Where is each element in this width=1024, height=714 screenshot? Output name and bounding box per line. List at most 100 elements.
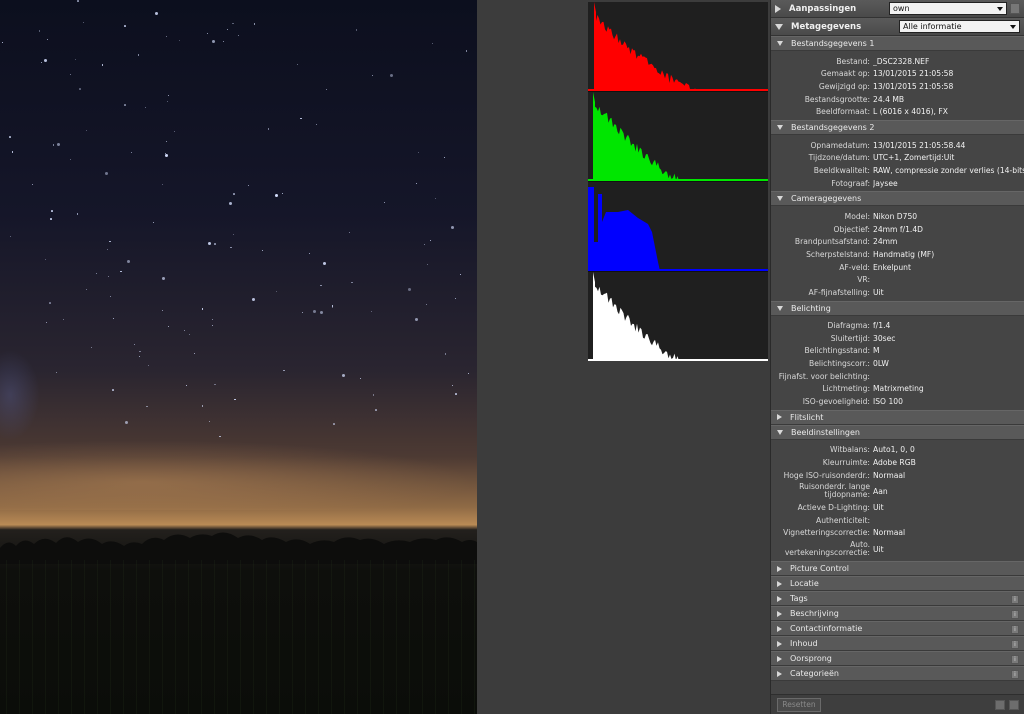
section-title: Beeldinstellingen xyxy=(791,427,860,437)
metadata-key: Diafragma: xyxy=(827,321,871,331)
star xyxy=(152,222,154,224)
star xyxy=(186,384,188,386)
star xyxy=(120,270,122,273)
metadata-value: 24mm xyxy=(873,237,898,247)
section-header[interactable]: Cameragegevens xyxy=(771,191,1024,207)
reset-button[interactable]: Resetten xyxy=(777,697,821,712)
metadata-row: Belichtingsstand: M xyxy=(771,345,1024,358)
metadata-key: Model: xyxy=(844,212,870,222)
star xyxy=(267,128,270,130)
star xyxy=(49,302,51,304)
settings-icon[interactable] xyxy=(995,699,1005,710)
metadata-value: M xyxy=(873,346,880,356)
copy-icon[interactable] xyxy=(1010,3,1020,14)
star xyxy=(9,236,11,238)
metadata-row: Beeldkwaliteit: RAW, compressie zonder ve… xyxy=(771,164,1024,177)
star xyxy=(178,39,181,42)
metadata-row: Witbalans: Auto1, 0, 0 xyxy=(771,444,1024,457)
star xyxy=(309,253,311,255)
photo-viewer[interactable] xyxy=(0,0,477,714)
section-header[interactable]: Beschrijving i xyxy=(771,606,1024,622)
section-header[interactable]: Bestandsgegevens 2 xyxy=(771,119,1024,135)
section-title: Bestandsgegevens 2 xyxy=(791,122,875,132)
star xyxy=(147,364,149,366)
metadata-dropdown[interactable]: Alle informatie xyxy=(899,20,1020,33)
histogram-baseline xyxy=(588,359,768,361)
star xyxy=(52,144,55,146)
metadata-row: Fijnafst. voor belichting: xyxy=(771,370,1024,383)
star xyxy=(232,22,234,25)
histogram-baseline xyxy=(588,89,768,91)
adjustments-selected: own xyxy=(893,4,910,13)
star xyxy=(230,246,232,249)
star xyxy=(283,369,285,372)
star xyxy=(104,171,108,175)
section-header[interactable]: Inhoud i xyxy=(771,636,1024,652)
star xyxy=(162,309,164,311)
histogram-baseline xyxy=(588,179,768,181)
star xyxy=(426,263,428,265)
section-title: Categorieën xyxy=(790,669,839,679)
star xyxy=(450,226,454,230)
star xyxy=(332,306,334,308)
metadata-key: Ruisonderdr. lange tijdopname: xyxy=(799,482,870,500)
section-header[interactable]: Categorieën i xyxy=(771,666,1024,682)
adjustments-dropdown[interactable]: own xyxy=(889,2,1007,15)
section-header[interactable]: Picture Control xyxy=(771,561,1024,577)
histogram-fill xyxy=(588,187,660,271)
section-header[interactable]: Belichting xyxy=(771,300,1024,316)
star xyxy=(57,143,61,147)
metadata-value: Uit xyxy=(873,503,884,513)
section-header[interactable]: Contactinformatie i xyxy=(771,621,1024,637)
star xyxy=(390,74,394,78)
section-header[interactable]: Oorsprong i xyxy=(771,651,1024,667)
expand-icon xyxy=(777,670,782,677)
metadata-row: Diafragma: f/1.4 xyxy=(771,320,1024,333)
star xyxy=(50,218,52,220)
save-icon[interactable] xyxy=(1009,699,1019,710)
section-header[interactable]: Locatie xyxy=(771,576,1024,592)
ground xyxy=(0,560,477,714)
info-icon[interactable]: i xyxy=(1011,595,1019,605)
light-glow xyxy=(0,350,40,440)
metadata-value: 13/01/2015 21:05:58.44 xyxy=(873,140,966,150)
metadata-key: Scherpstelstand: xyxy=(806,249,870,259)
metadata-key: Vignetteringscorrectie: xyxy=(783,528,870,538)
metadata-key: Witbalans: xyxy=(830,445,870,455)
metadata-row: Gemaakt op: 13/01/2015 21:05:58 xyxy=(771,68,1024,81)
star xyxy=(124,104,126,106)
star xyxy=(301,311,303,313)
metadata-row: Bestand: _DSC2328.NEF xyxy=(771,55,1024,68)
star xyxy=(228,201,232,205)
section-header[interactable]: Tags i xyxy=(771,591,1024,607)
info-icon[interactable]: i xyxy=(1011,640,1019,650)
metadata-header[interactable]: Metagegevens Alle informatie xyxy=(771,18,1024,36)
section-header[interactable]: Beeldinstellingen xyxy=(771,424,1024,440)
star xyxy=(86,289,88,291)
info-icon[interactable]: i xyxy=(1011,625,1019,635)
section-header[interactable]: Flitslicht xyxy=(771,409,1024,425)
histogram-fill xyxy=(588,272,693,361)
section-title: Bestandsgegevens 1 xyxy=(791,39,875,48)
metadata-row: Vignetteringscorrectie: Normaal xyxy=(771,527,1024,540)
star xyxy=(300,117,302,120)
star xyxy=(416,182,418,184)
section-header[interactable]: Bestandsgegevens 1 xyxy=(771,36,1024,51)
metadata-row: Gewijzigd op: 13/01/2015 21:05:58 xyxy=(771,80,1024,93)
metadata-row: Bestandsgrootte: 24.4 MB xyxy=(771,93,1024,106)
info-icon[interactable]: i xyxy=(1011,610,1019,620)
star xyxy=(322,261,326,265)
info-icon[interactable]: i xyxy=(1011,655,1019,665)
star xyxy=(201,405,204,407)
section-rows: Diafragma: f/1.4 Sluitertijd: 30sec Belichti… xyxy=(771,316,1024,410)
adjustments-header[interactable]: Aanpassingen own xyxy=(771,0,1024,18)
info-icon[interactable]: i xyxy=(1011,670,1019,680)
histogram-green xyxy=(588,92,768,181)
sky-haze xyxy=(0,440,477,510)
star xyxy=(131,151,133,153)
star xyxy=(251,297,255,301)
star xyxy=(62,318,64,320)
star xyxy=(133,343,136,346)
histogram-baseline xyxy=(588,269,768,271)
metadata-value: 13/01/2015 21:05:58 xyxy=(873,69,954,79)
